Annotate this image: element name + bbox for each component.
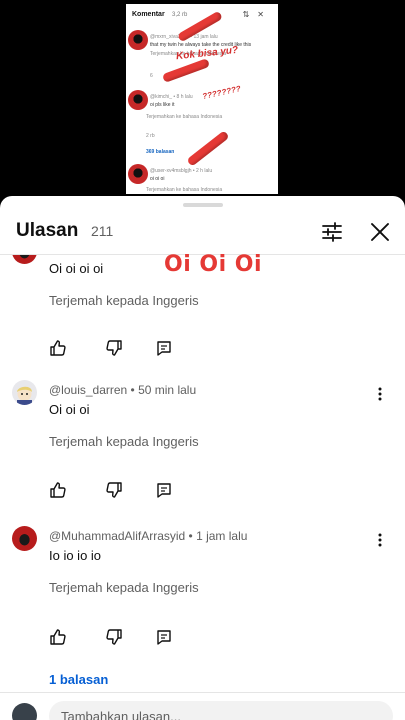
reply-icon bbox=[157, 341, 171, 356]
close-button[interactable] bbox=[366, 218, 394, 246]
view-replies-link[interactable]: 1 balasan bbox=[49, 672, 108, 687]
more-vert-icon bbox=[378, 533, 382, 547]
reply-button[interactable] bbox=[155, 628, 173, 646]
video-line: Terjemahkan ke bahasa Indonesia bbox=[146, 114, 223, 120]
video-pill-sticker bbox=[161, 58, 211, 83]
video-line: Terjemahkan ke bahasa Indonesia bbox=[146, 187, 223, 193]
comment-text: Oi oi oi oi bbox=[49, 261, 104, 276]
translate-link[interactable]: Terjemah kepada Inggeris bbox=[49, 293, 199, 308]
video-line: @kimchi_ • 8 h lalu bbox=[150, 94, 193, 100]
close-icon bbox=[371, 223, 389, 241]
translate-link[interactable]: Terjemah kepada Inggeris bbox=[49, 434, 199, 449]
like-button[interactable] bbox=[49, 481, 67, 499]
thumbs-up-icon bbox=[50, 629, 66, 645]
video-pill-sticker bbox=[186, 130, 230, 167]
like-button[interactable] bbox=[49, 339, 67, 357]
video-comments-title: Komentar bbox=[132, 11, 165, 18]
avatar[interactable] bbox=[12, 526, 37, 551]
sheet-title: Ulasan bbox=[16, 220, 79, 241]
video-avatar bbox=[128, 90, 148, 110]
sliders-icon bbox=[322, 222, 342, 242]
user-avatar bbox=[12, 703, 37, 720]
reply-button[interactable] bbox=[155, 339, 173, 357]
sheet-header: Ulasan 211 bbox=[0, 210, 405, 254]
dislike-button[interactable] bbox=[105, 628, 123, 646]
video-frame: Komentar 3,2 rb ⇅✕ @mxrn_xiva2019 • 13 j… bbox=[126, 4, 278, 194]
reply-icon bbox=[157, 630, 171, 645]
thumbs-down-icon bbox=[106, 340, 122, 356]
video-overlay-caption: Oi Oi Oi bbox=[164, 252, 263, 277]
reply-button[interactable] bbox=[155, 481, 173, 499]
video-header-icons: ⇅✕ bbox=[242, 10, 272, 19]
comment-text: Io io io io bbox=[49, 548, 102, 563]
reply-icon bbox=[157, 483, 171, 498]
comment-actions bbox=[49, 339, 189, 357]
thumbs-down-icon bbox=[106, 629, 122, 645]
video-like-count: 2 rb bbox=[146, 133, 155, 139]
video-line: @user-xv4msblgjh • 2 h lalu bbox=[150, 168, 213, 174]
video-player[interactable]: Komentar 3,2 rb ⇅✕ @mxrn_xiva2019 • 13 j… bbox=[0, 0, 405, 200]
thumbs-down-icon bbox=[106, 482, 122, 498]
comment-list[interactable]: Oi oi oi oi Terjemah kepada Inggeris @lo… bbox=[0, 255, 405, 705]
dislike-button[interactable] bbox=[105, 339, 123, 357]
video-like-count: 6 bbox=[150, 73, 153, 79]
comment-actions bbox=[49, 481, 189, 499]
avatar[interactable] bbox=[12, 255, 37, 264]
thumbs-up-icon bbox=[50, 340, 66, 356]
like-button[interactable] bbox=[49, 628, 67, 646]
add-comment-input[interactable] bbox=[49, 701, 393, 720]
comments-sheet: Ulasan 211 Oi oi oi oi Terjemah kepada I… bbox=[0, 196, 405, 720]
video-sticker: ???????? bbox=[201, 84, 242, 101]
comment-count: 211 bbox=[91, 223, 114, 239]
video-replies-link: 369 balasan bbox=[146, 149, 175, 155]
add-comment-bar bbox=[0, 692, 405, 720]
comment-actions bbox=[49, 628, 189, 646]
video-line: oi pls like it bbox=[150, 102, 175, 108]
translate-link[interactable]: Terjemah kepada Inggeris bbox=[49, 580, 199, 595]
cartoon-face-icon bbox=[17, 386, 32, 405]
more-options-button[interactable] bbox=[372, 532, 388, 548]
more-options-button[interactable] bbox=[372, 386, 388, 402]
video-avatar bbox=[128, 30, 148, 50]
comment-author-meta[interactable]: @louis_darren • 50 min lalu bbox=[49, 383, 196, 397]
drag-handle[interactable] bbox=[183, 203, 223, 207]
video-avatar bbox=[128, 164, 148, 184]
more-vert-icon bbox=[378, 387, 382, 401]
comment-text: Oi oi oi bbox=[49, 402, 90, 417]
video-comments-count: 3,2 rb bbox=[172, 12, 188, 18]
thumbs-up-icon bbox=[50, 482, 66, 498]
comment-author-meta[interactable]: @MuhammadAlifArrasyid • 1 jam lalu bbox=[49, 529, 247, 543]
dislike-button[interactable] bbox=[105, 481, 123, 499]
sort-filter-button[interactable] bbox=[318, 218, 346, 246]
video-line: oi oi oi bbox=[150, 176, 165, 182]
avatar[interactable] bbox=[12, 380, 37, 405]
